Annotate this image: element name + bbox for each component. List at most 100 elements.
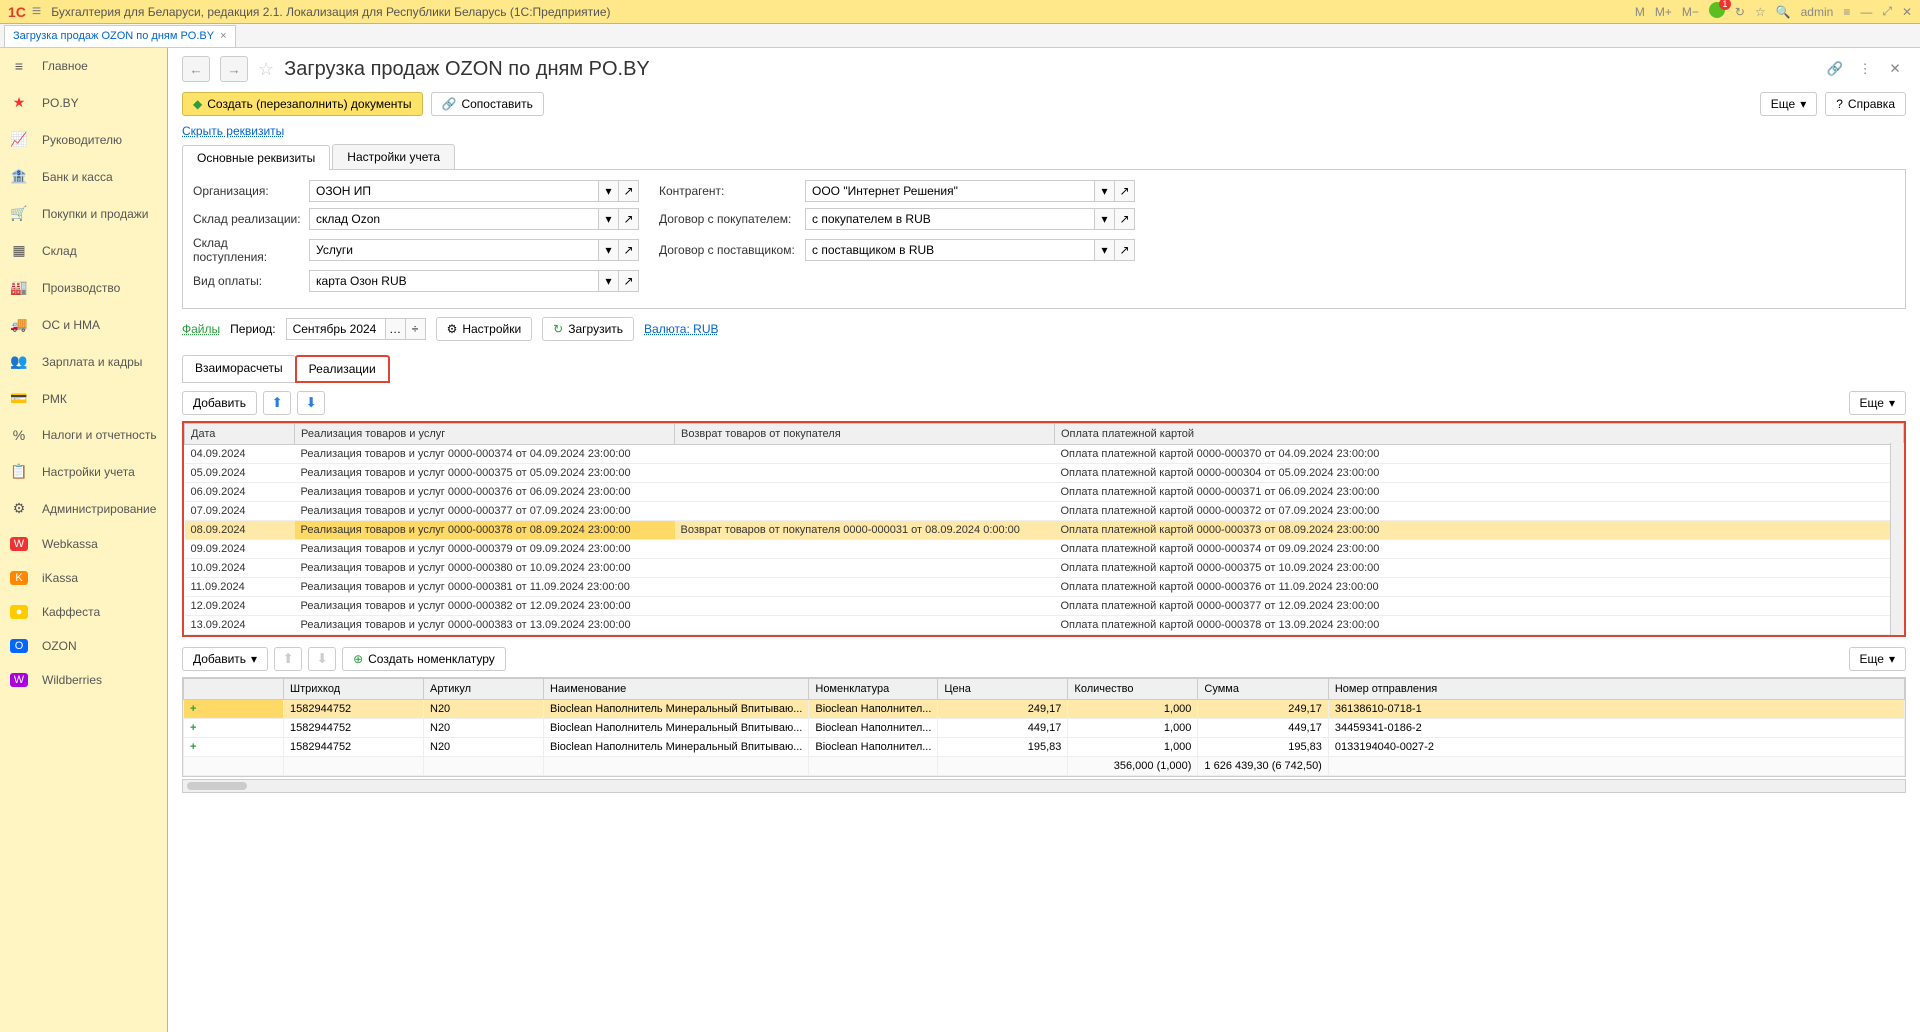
org-input[interactable] [309,180,599,202]
maximize-icon[interactable]: ⤢ [1882,4,1892,19]
col-article[interactable]: Артикул [424,679,544,700]
memory-m-plus[interactable]: M+ [1655,5,1672,19]
table-row[interactable]: 09.09.2024Реализация товаров и услуг 000… [185,540,1904,559]
sidebar-item[interactable]: ≡Главное [0,48,167,84]
back-button[interactable]: ← [182,56,210,82]
table-row[interactable]: 05.09.2024Реализация товаров и услуг 000… [185,464,1904,483]
col-qty[interactable]: Количество [1068,679,1198,700]
user-name[interactable]: admin [1801,5,1834,19]
sidebar-item[interactable]: 📋Настройки учета [0,453,167,490]
sidebar-item[interactable]: 🚚ОС и НМА [0,306,167,343]
col-shipment[interactable]: Номер отправления [1328,679,1904,700]
col-payment[interactable]: Оплата платежной картой [1055,424,1904,445]
files-link[interactable]: Файлы [182,322,220,336]
open-icon[interactable]: ↗ [619,208,639,230]
open-icon[interactable]: ↗ [619,239,639,261]
open-icon[interactable]: ↗ [1115,208,1135,230]
settings-button[interactable]: ⚙ Настройки [436,317,533,341]
table-row[interactable]: 04.09.2024Реализация товаров и услуг 000… [185,445,1904,464]
dropdown-icon[interactable]: ▾ [1095,239,1115,261]
sidebar-item[interactable]: ▦Склад [0,232,167,269]
warehouse-sale-input[interactable] [309,208,599,230]
tab-settlements[interactable]: Взаиморасчеты [182,355,296,383]
tab-accounting-settings[interactable]: Настройки учета [332,144,455,169]
dropdown-icon[interactable]: ▾ [1095,208,1115,230]
contragent-input[interactable] [805,180,1095,202]
sidebar-item[interactable]: 🛒Покупки и продажи [0,195,167,232]
hide-requisites-link[interactable]: Скрыть реквизиты [182,124,284,138]
compare-button[interactable]: 🔗Сопоставить [431,92,544,116]
expand-icon[interactable]: + [190,722,196,734]
table-row[interactable]: 10.09.2024Реализация товаров и услуг 000… [185,559,1904,578]
table-row[interactable]: 06.09.2024Реализация товаров и услуг 000… [185,483,1904,502]
sidebar-item[interactable]: 📈Руководителю [0,121,167,158]
detail-more-button[interactable]: Еще ▾ [1849,647,1906,671]
scrollbar-vertical[interactable] [1890,443,1904,635]
sidebar-item[interactable]: KiKassa [0,561,167,595]
contract-supplier-input[interactable] [805,239,1095,261]
table-row[interactable]: 13.09.2024Реализация товаров и услуг 000… [185,616,1904,635]
col-name[interactable]: Наименование [544,679,809,700]
col-realization[interactable]: Реализация товаров и услуг [295,424,675,445]
move-up-icon[interactable]: ⬆ [263,391,291,415]
minimize-icon[interactable]: — [1860,5,1872,19]
table-row[interactable]: 07.09.2024Реализация товаров и услуг 000… [185,502,1904,521]
open-icon[interactable]: ↗ [1115,180,1135,202]
dropdown-icon[interactable]: ▾ [599,270,619,292]
sidebar-item[interactable]: WWebkassa [0,527,167,561]
detail-row[interactable]: +1582944752N20Bioclean Наполнитель Минер… [184,719,1905,738]
sidebar-item[interactable]: ⚙Администрирование [0,490,167,527]
col-return[interactable]: Возврат товаров от покупателя [675,424,1055,445]
document-tab[interactable]: Загрузка продаж OZON по дням PO.BY × [4,25,236,47]
memory-m-minus[interactable]: M− [1682,5,1699,19]
sidebar-item[interactable]: 🏭Производство [0,269,167,306]
create-documents-button[interactable]: ◆Создать (перезаполнить) документы [182,92,423,116]
tab-main-requisites[interactable]: Основные реквизиты [182,145,330,170]
detail-row[interactable]: +1582944752N20Bioclean Наполнитель Минер… [184,738,1905,757]
tab-realizations[interactable]: Реализации [295,355,390,383]
col-price[interactable]: Цена [938,679,1068,700]
sidebar-item[interactable]: ●Каффеста [0,595,167,629]
currency-link[interactable]: Валюта: RUB [644,322,718,336]
sidebar-item[interactable]: %Налоги и отчетность [0,417,167,453]
create-nomenclature-button[interactable]: ⊕ Создать номенклатуру [342,647,506,671]
dropdown-icon[interactable]: ▾ [1095,180,1115,202]
scrollbar-horizontal[interactable] [182,779,1906,793]
open-icon[interactable]: ↗ [1115,239,1135,261]
sidebar-item[interactable]: 💳РМК [0,380,167,417]
notification-icon[interactable]: 1 [1709,2,1725,21]
sidebar-item[interactable]: 🏦Банк и касса [0,158,167,195]
period-input[interactable] [286,318,386,340]
memory-m[interactable]: M [1635,5,1645,19]
forward-button[interactable]: → [220,56,248,82]
open-icon[interactable]: ↗ [619,270,639,292]
col-expand[interactable] [184,679,284,700]
dropdown-icon[interactable]: ▾ [599,208,619,230]
star-icon[interactable]: ☆ [1755,5,1766,19]
payment-input[interactable] [309,270,599,292]
dropdown-icon[interactable]: ▾ [599,180,619,202]
period-step[interactable]: ÷ [406,318,426,340]
move-down-icon[interactable]: ⬇ [297,391,325,415]
close-icon[interactable]: ✕ [1902,5,1912,19]
search-icon[interactable]: 🔍 [1776,5,1791,19]
kebab-icon[interactable]: ⋮ [1854,58,1876,80]
help-button[interactable]: ? Справка [1825,92,1906,116]
open-icon[interactable]: ↗ [619,180,639,202]
settings-icon[interactable]: ≡ [1843,5,1850,19]
sidebar-item[interactable]: OOZON [0,629,167,663]
period-ellipsis[interactable]: … [386,318,406,340]
sidebar-item[interactable]: WWildberries [0,663,167,697]
expand-icon[interactable]: + [190,703,196,715]
favorite-star-icon[interactable]: ☆ [258,59,274,80]
table-row[interactable]: 08.09.2024Реализация товаров и услуг 000… [185,521,1904,540]
col-sum[interactable]: Сумма [1198,679,1328,700]
history-icon[interactable]: ↻ [1735,5,1745,19]
detail-row[interactable]: +1582944752N20Bioclean Наполнитель Минер… [184,700,1905,719]
table-row[interactable]: 12.09.2024Реализация товаров и услуг 000… [185,597,1904,616]
link-icon[interactable]: 🔗 [1824,58,1846,80]
table-more-button[interactable]: Еще ▾ [1849,391,1906,415]
detail-add-button[interactable]: Добавить ▾ [182,647,268,671]
more-button[interactable]: Еще ▾ [1760,92,1817,116]
menu-icon[interactable]: ≡ [32,3,41,21]
